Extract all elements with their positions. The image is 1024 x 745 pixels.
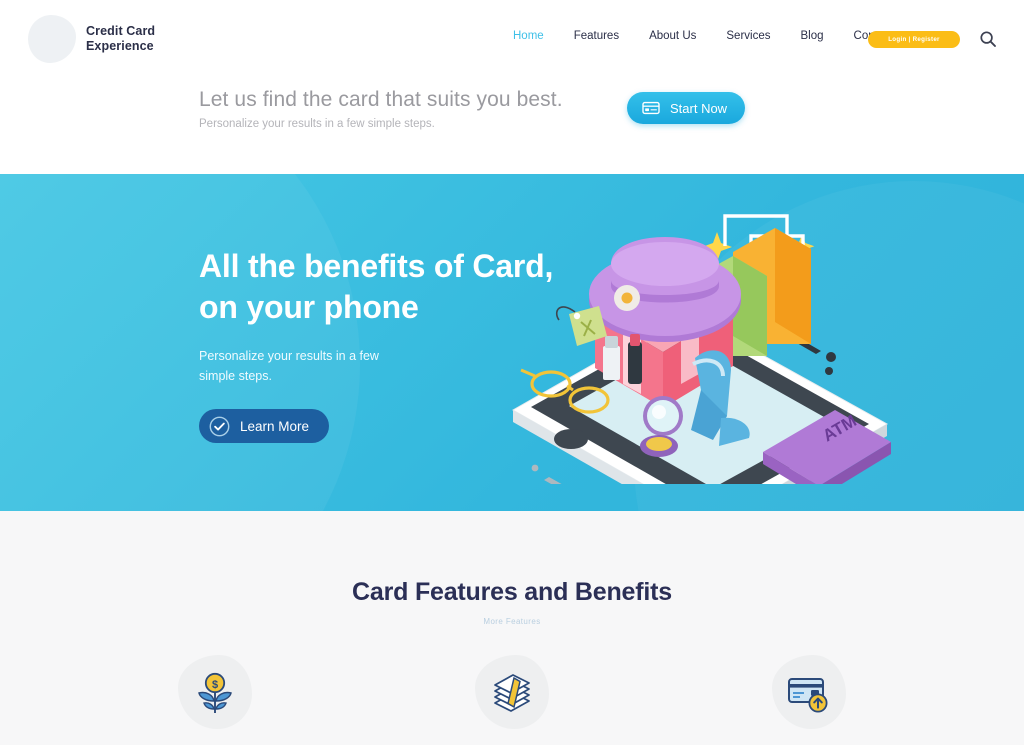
brand-line-2: Experience (86, 39, 154, 53)
cash-stack-icon (494, 674, 530, 712)
feature-icon-row: $ (172, 651, 852, 737)
subhero-section: Let us find the card that suits you best… (0, 78, 1024, 174)
nav-item-about-us[interactable]: About Us (634, 30, 711, 42)
brand-logo[interactable]: Credit Card Experience (28, 15, 155, 63)
login-register-button[interactable]: Login | Register (868, 31, 960, 48)
brand-line-1: Credit Card (86, 24, 156, 38)
check-circle-icon (209, 416, 230, 436)
search-icon (980, 31, 996, 47)
subhero-subtitle: Personalize your results in a few simple… (199, 118, 435, 130)
main-nav: Home Features About Us Services Blog Con… (498, 30, 914, 42)
start-now-label: Start Now (670, 100, 728, 116)
hero-section: All the benefits of Card, on your phone … (0, 174, 1024, 511)
nav-item-services[interactable]: Services (711, 30, 785, 42)
hero-illustration: ATM (511, 214, 891, 484)
hero-subtitle-line-2: simple steps. (199, 369, 272, 383)
hero-subtitle: Personalize your results in a few simple… (199, 346, 379, 386)
feature-item-money-plant[interactable]: $ (172, 651, 258, 737)
hero-title-line-2: on your phone (199, 288, 419, 325)
compact-mirror-illustration (640, 396, 683, 457)
hero-title-line-1: All the benefits of Card, (199, 248, 554, 284)
hero-title: All the benefits of Card, on your phone (199, 246, 553, 328)
logo-icon-wrap (28, 15, 76, 63)
credit-card-icon (642, 101, 660, 115)
search-button[interactable] (978, 30, 998, 50)
feature-item-card-upload[interactable] (766, 651, 852, 737)
learn-more-label: Learn More (240, 418, 310, 434)
features-section: Card Features and Benefits More Features… (0, 511, 1024, 745)
hero-decoration-arc-left (0, 174, 360, 511)
nav-item-blog[interactable]: Blog (786, 30, 839, 42)
svg-text:$: $ (212, 679, 218, 691)
credit-card-up-arrow-icon (788, 678, 828, 713)
hero-subtitle-line-1: Personalize your results in a few (199, 349, 379, 363)
subhero-title: Let us find the card that suits you best… (199, 88, 563, 111)
logo-blob (28, 15, 76, 63)
money-plant-icon: $ (198, 672, 232, 713)
features-title: Card Features and Benefits (352, 578, 672, 606)
features-subtitle: More Features (483, 617, 541, 626)
feature-item-cash-stack[interactable] (469, 651, 555, 737)
nav-item-home[interactable]: Home (498, 30, 559, 42)
start-now-button[interactable]: Start Now (627, 92, 746, 124)
brand-text: Credit Card Experience (86, 24, 155, 54)
nav-item-features[interactable]: Features (559, 30, 634, 42)
learn-more-button[interactable]: Learn More (199, 409, 330, 443)
site-header: Credit Card Experience Home Features Abo… (0, 0, 1024, 78)
